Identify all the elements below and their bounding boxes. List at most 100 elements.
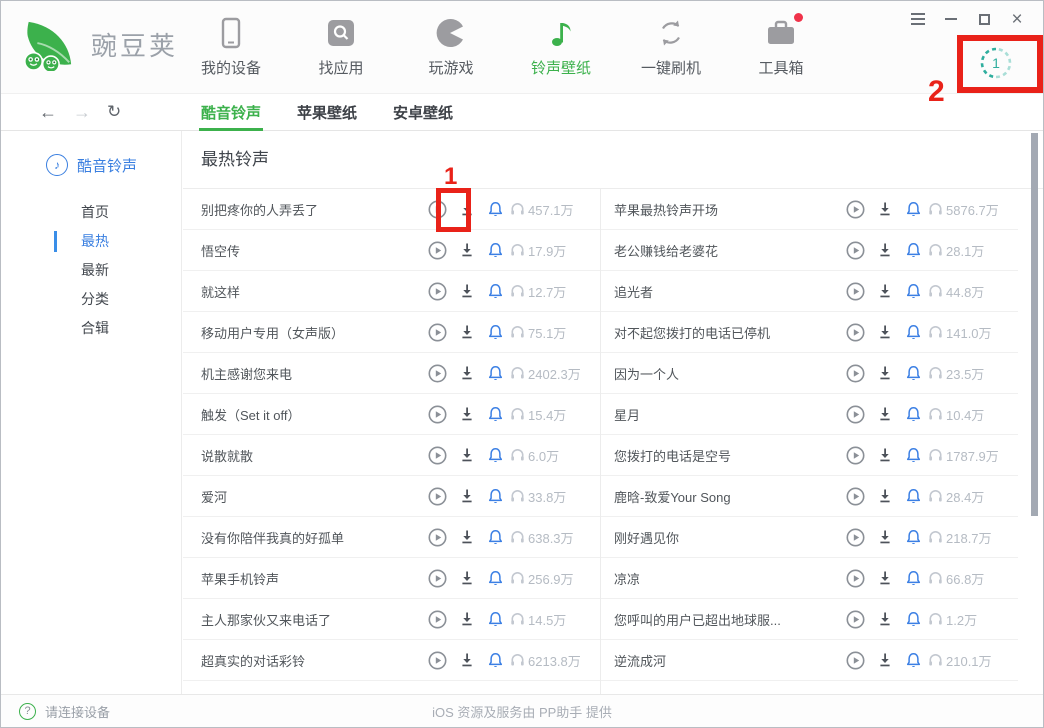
play-button[interactable] [841, 200, 870, 219]
ringtone-row[interactable]: 鹿晗-致爱Your Song [601, 476, 1018, 517]
set-ringtone-bell-button[interactable] [899, 283, 928, 300]
refresh-icon[interactable]: ↻ [107, 102, 121, 122]
download-button[interactable] [870, 652, 899, 668]
set-ringtone-bell-button[interactable] [481, 488, 510, 505]
play-button[interactable] [841, 364, 870, 383]
set-ringtone-bell-button[interactable] [899, 406, 928, 423]
minimize-icon[interactable] [939, 10, 963, 28]
download-button[interactable] [452, 570, 481, 586]
forward-arrow-icon[interactable]: → [73, 102, 91, 123]
download-button[interactable] [452, 611, 481, 627]
set-ringtone-bell-button[interactable] [899, 529, 928, 546]
download-button[interactable] [452, 201, 481, 217]
nav-item-play-games[interactable]: 玩游戏 [411, 15, 491, 78]
set-ringtone-bell-button[interactable] [481, 611, 510, 628]
ringtone-row[interactable]: 老公赚钱给老婆花 [601, 230, 1018, 271]
play-button[interactable] [841, 241, 870, 260]
close-icon[interactable]: × [1005, 10, 1029, 28]
set-ringtone-bell-button[interactable] [899, 242, 928, 259]
vertical-scrollbar-thumb[interactable] [1031, 133, 1038, 516]
set-ringtone-bell-button[interactable] [899, 365, 928, 382]
set-ringtone-bell-button[interactable] [481, 447, 510, 464]
ringtone-row[interactable]: 追光者 [601, 271, 1018, 312]
download-button[interactable] [870, 242, 899, 258]
back-arrow-icon[interactable]: ← [39, 102, 57, 123]
download-button[interactable] [870, 488, 899, 504]
play-button[interactable] [423, 487, 452, 506]
set-ringtone-bell-button[interactable] [899, 201, 928, 218]
download-button[interactable] [452, 283, 481, 299]
play-button[interactable] [841, 446, 870, 465]
play-button[interactable] [423, 569, 452, 588]
set-ringtone-bell-button[interactable] [899, 324, 928, 341]
sidebar-item-newest[interactable]: 最新 [1, 256, 181, 285]
ringtone-row[interactable]: 逆流成河 [601, 640, 1018, 681]
download-progress-badge[interactable]: 1 [977, 44, 1015, 82]
set-ringtone-bell-button[interactable] [481, 324, 510, 341]
download-button[interactable] [452, 242, 481, 258]
play-button[interactable] [841, 323, 870, 342]
nav-item-toolbox[interactable]: 工具箱 [741, 15, 821, 78]
set-ringtone-bell-button[interactable] [481, 406, 510, 423]
ringtone-row[interactable]: 因为一个人 [601, 353, 1018, 394]
download-button[interactable] [452, 365, 481, 381]
play-button[interactable] [423, 241, 452, 260]
set-ringtone-bell-button[interactable] [481, 652, 510, 669]
sidebar-section-kuyin[interactable]: ♪ 酷音铃声 [46, 154, 181, 176]
set-ringtone-bell-button[interactable] [899, 611, 928, 628]
download-button[interactable] [452, 488, 481, 504]
set-ringtone-bell-button[interactable] [899, 447, 928, 464]
play-button[interactable] [841, 487, 870, 506]
download-button[interactable] [870, 611, 899, 627]
ringtone-row[interactable]: 凉凉 [601, 558, 1018, 599]
play-button[interactable] [423, 528, 452, 547]
play-button[interactable] [423, 446, 452, 465]
play-button[interactable] [841, 569, 870, 588]
tab-kuyin-ringtones[interactable]: 酷音铃声 [201, 94, 261, 131]
play-button[interactable] [841, 405, 870, 424]
download-button[interactable] [870, 201, 899, 217]
download-button[interactable] [452, 406, 481, 422]
play-button[interactable] [423, 610, 452, 629]
download-button[interactable] [870, 324, 899, 340]
ringtone-row[interactable]: 星月 [601, 394, 1018, 435]
nav-item-find-apps[interactable]: 找应用 [301, 15, 381, 78]
ringtone-row[interactable]: 触发（Set it off） [183, 394, 600, 435]
play-button[interactable] [841, 282, 870, 301]
download-button[interactable] [452, 447, 481, 463]
ringtone-row[interactable]: 就这样 [183, 271, 600, 312]
ringtone-row[interactable]: 悟空传 [183, 230, 600, 271]
sidebar-item-home[interactable]: 首页 [1, 198, 181, 227]
ringtone-row[interactable]: 您拨打的电话是空号 [601, 435, 1018, 476]
ringtone-row[interactable]: 主人那家伙又来电话了 [183, 599, 600, 640]
set-ringtone-bell-button[interactable] [481, 529, 510, 546]
sidebar-item-hottest[interactable]: 最热 [1, 227, 181, 256]
download-button[interactable] [452, 324, 481, 340]
play-button[interactable] [423, 323, 452, 342]
tab-android-wallpapers[interactable]: 安卓壁纸 [393, 94, 453, 131]
play-button[interactable] [423, 364, 452, 383]
play-button[interactable] [841, 651, 870, 670]
nav-item-my-device[interactable]: 我的设备 [191, 15, 271, 78]
download-button[interactable] [870, 529, 899, 545]
ringtone-row[interactable]: 机主感谢您来电 [183, 353, 600, 394]
download-button[interactable] [870, 283, 899, 299]
play-button[interactable] [841, 610, 870, 629]
set-ringtone-bell-button[interactable] [481, 365, 510, 382]
set-ringtone-bell-button[interactable] [899, 488, 928, 505]
ringtone-row[interactable]: 说散就散 [183, 435, 600, 476]
set-ringtone-bell-button[interactable] [481, 570, 510, 587]
play-button[interactable] [423, 651, 452, 670]
play-button[interactable] [423, 282, 452, 301]
download-button[interactable] [452, 652, 481, 668]
ringtone-row[interactable]: 您呼叫的用户已超出地球服... [601, 599, 1018, 640]
download-button[interactable] [452, 529, 481, 545]
set-ringtone-bell-button[interactable] [899, 652, 928, 669]
set-ringtone-bell-button[interactable] [899, 570, 928, 587]
set-ringtone-bell-button[interactable] [481, 283, 510, 300]
nav-item-ringtones-wallpapers[interactable]: 铃声壁纸 [521, 15, 601, 78]
nav-item-flash[interactable]: 一键刷机 [631, 15, 711, 78]
download-button[interactable] [870, 406, 899, 422]
download-button[interactable] [870, 570, 899, 586]
sidebar-item-categories[interactable]: 分类 [1, 285, 181, 314]
